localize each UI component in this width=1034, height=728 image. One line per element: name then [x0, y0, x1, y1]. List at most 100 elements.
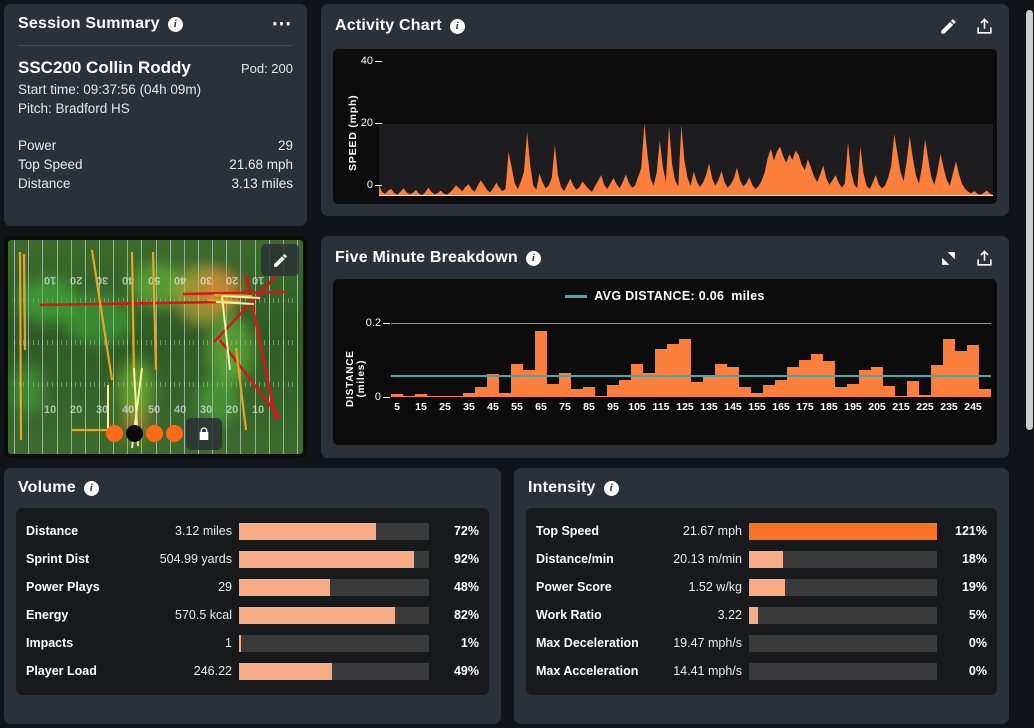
progress-track	[239, 550, 429, 568]
bar[interactable]	[439, 396, 451, 397]
bar[interactable]	[715, 363, 727, 397]
stat-value: 3.12 miles	[175, 524, 232, 538]
info-icon[interactable]: i	[525, 250, 541, 266]
info-icon[interactable]: i	[167, 16, 183, 32]
player-marker[interactable]	[146, 425, 163, 442]
player-marker[interactable]	[166, 425, 183, 442]
progress-fill	[239, 550, 414, 568]
stat-percent: 0%	[968, 664, 987, 678]
info-icon[interactable]: i	[83, 480, 99, 496]
start-time: Start time: 09:37:56 (04h 09m)	[18, 82, 202, 97]
bar[interactable]	[835, 386, 847, 397]
bar[interactable]	[667, 343, 679, 397]
stat-value: 3.22	[717, 608, 742, 622]
five-minute-breakdown-panel: Five Minute Breakdown i AVG DISTANCE: 0.…	[321, 236, 1009, 458]
bar[interactable]	[475, 386, 487, 397]
map-edit-button[interactable]	[261, 244, 299, 276]
bar[interactable]	[751, 392, 763, 397]
expand-icon[interactable]	[937, 247, 959, 269]
info-icon[interactable]: i	[449, 18, 465, 34]
bar[interactable]	[931, 365, 943, 397]
bar[interactable]	[679, 339, 691, 397]
bar[interactable]	[583, 387, 595, 397]
page-scrollbar[interactable]	[1025, 0, 1034, 728]
bar[interactable]	[907, 380, 919, 397]
upload-icon[interactable]	[973, 247, 995, 269]
progress-track	[749, 606, 937, 624]
bar[interactable]	[619, 379, 631, 397]
bar[interactable]	[403, 396, 415, 397]
bar[interactable]	[871, 366, 883, 397]
bar[interactable]	[499, 392, 511, 397]
stat-percent: 72%	[453, 524, 479, 538]
upload-icon[interactable]	[973, 15, 995, 37]
bar[interactable]	[703, 374, 715, 397]
legend-line-swatch	[565, 294, 588, 298]
session-summary-panel: Session Summary i ⋯ SSC200 Collin Roddy …	[4, 4, 307, 226]
player-marker[interactable]	[126, 425, 143, 442]
bar[interactable]	[895, 395, 907, 397]
bar[interactable]	[535, 331, 547, 397]
athlete-name: SSC200 Collin Roddy	[18, 58, 191, 77]
bar[interactable]	[571, 388, 583, 397]
stat-value: 1	[225, 636, 232, 650]
stat-label: Player Load	[26, 664, 97, 678]
pencil-icon[interactable]	[937, 15, 959, 37]
stat-value: 246.22	[193, 664, 232, 678]
stat-label: Work Ratio	[536, 608, 602, 622]
breakdown-plot[interactable]: AVG DISTANCE: 0.06 miles DISTANCE (miles)…	[333, 279, 997, 445]
bar[interactable]	[967, 345, 979, 397]
x-tick-label: 5	[394, 401, 400, 413]
stat-value: 19.47 mph/s	[673, 636, 742, 650]
athlete-row: SSC200 Collin Roddy Pod: 200	[18, 58, 293, 78]
info-icon[interactable]: i	[603, 480, 619, 496]
map-lock-button[interactable]	[186, 418, 222, 450]
bar[interactable]	[463, 393, 475, 397]
bar[interactable]	[979, 388, 991, 397]
bar[interactable]	[775, 379, 787, 397]
bar[interactable]	[487, 374, 499, 397]
session-summary-header: Session Summary i ⋯	[4, 4, 307, 41]
x-tick-label: 145	[724, 401, 742, 413]
field-map-panel[interactable]: 10 10 20 20 30 30 40 40 50 50 40 40 30 30 20 20 10 10	[4, 236, 307, 458]
field-heatmap[interactable]: 10 10 20 20 30 30 40 40 50 50 40 40 30 30 20 20 10 10	[8, 240, 303, 454]
metric-row: Distance 3.13 miles	[18, 174, 293, 193]
progress-track	[239, 662, 429, 680]
bar[interactable]	[787, 366, 799, 397]
bar[interactable]	[763, 385, 775, 397]
bar[interactable]	[823, 361, 835, 397]
bar[interactable]	[919, 394, 931, 397]
bar[interactable]	[739, 386, 751, 397]
y-tick-20: 20	[341, 117, 382, 129]
intensity-header: Intensity i	[514, 468, 1009, 505]
ellipsis-icon[interactable]: ⋯	[272, 14, 294, 34]
bar[interactable]	[391, 394, 403, 397]
x-tick-label: 205	[868, 401, 886, 413]
bar[interactable]	[451, 396, 463, 397]
x-tick-label: 45	[487, 401, 499, 413]
bar[interactable]	[691, 382, 703, 397]
bar[interactable]	[847, 383, 859, 397]
player-marker[interactable]	[106, 425, 123, 442]
bar[interactable]	[655, 348, 667, 397]
stat-label: Max Acceleration	[536, 664, 639, 678]
y-axis-label: SPEED (mph)	[347, 94, 359, 171]
bar[interactable]	[595, 396, 607, 397]
bar[interactable]	[727, 367, 739, 397]
stat-row: Impacts 1 1%	[26, 629, 479, 657]
volume-panel: Volume i Distance 3.12 miles 72% Sprint Dis…	[4, 468, 501, 724]
progress-track	[749, 550, 937, 568]
bar[interactable]	[511, 363, 523, 397]
bar[interactable]	[427, 396, 439, 397]
bar[interactable]	[883, 385, 895, 397]
activity-chart-plot[interactable]: SPEED (mph) 40 20 0	[333, 49, 997, 204]
bar[interactable]	[799, 360, 811, 397]
bar[interactable]	[631, 364, 643, 397]
bar[interactable]	[547, 384, 559, 397]
bar[interactable]	[415, 394, 427, 397]
scrollbar-thumb[interactable]	[1026, 10, 1033, 430]
x-axis-ticks: 5 15 25 35 45 55 65 75 85 95 105 115 125 135 145 155 165…	[391, 401, 991, 417]
bar[interactable]	[607, 385, 619, 397]
bar[interactable]	[943, 338, 955, 397]
bar[interactable]	[859, 369, 871, 397]
